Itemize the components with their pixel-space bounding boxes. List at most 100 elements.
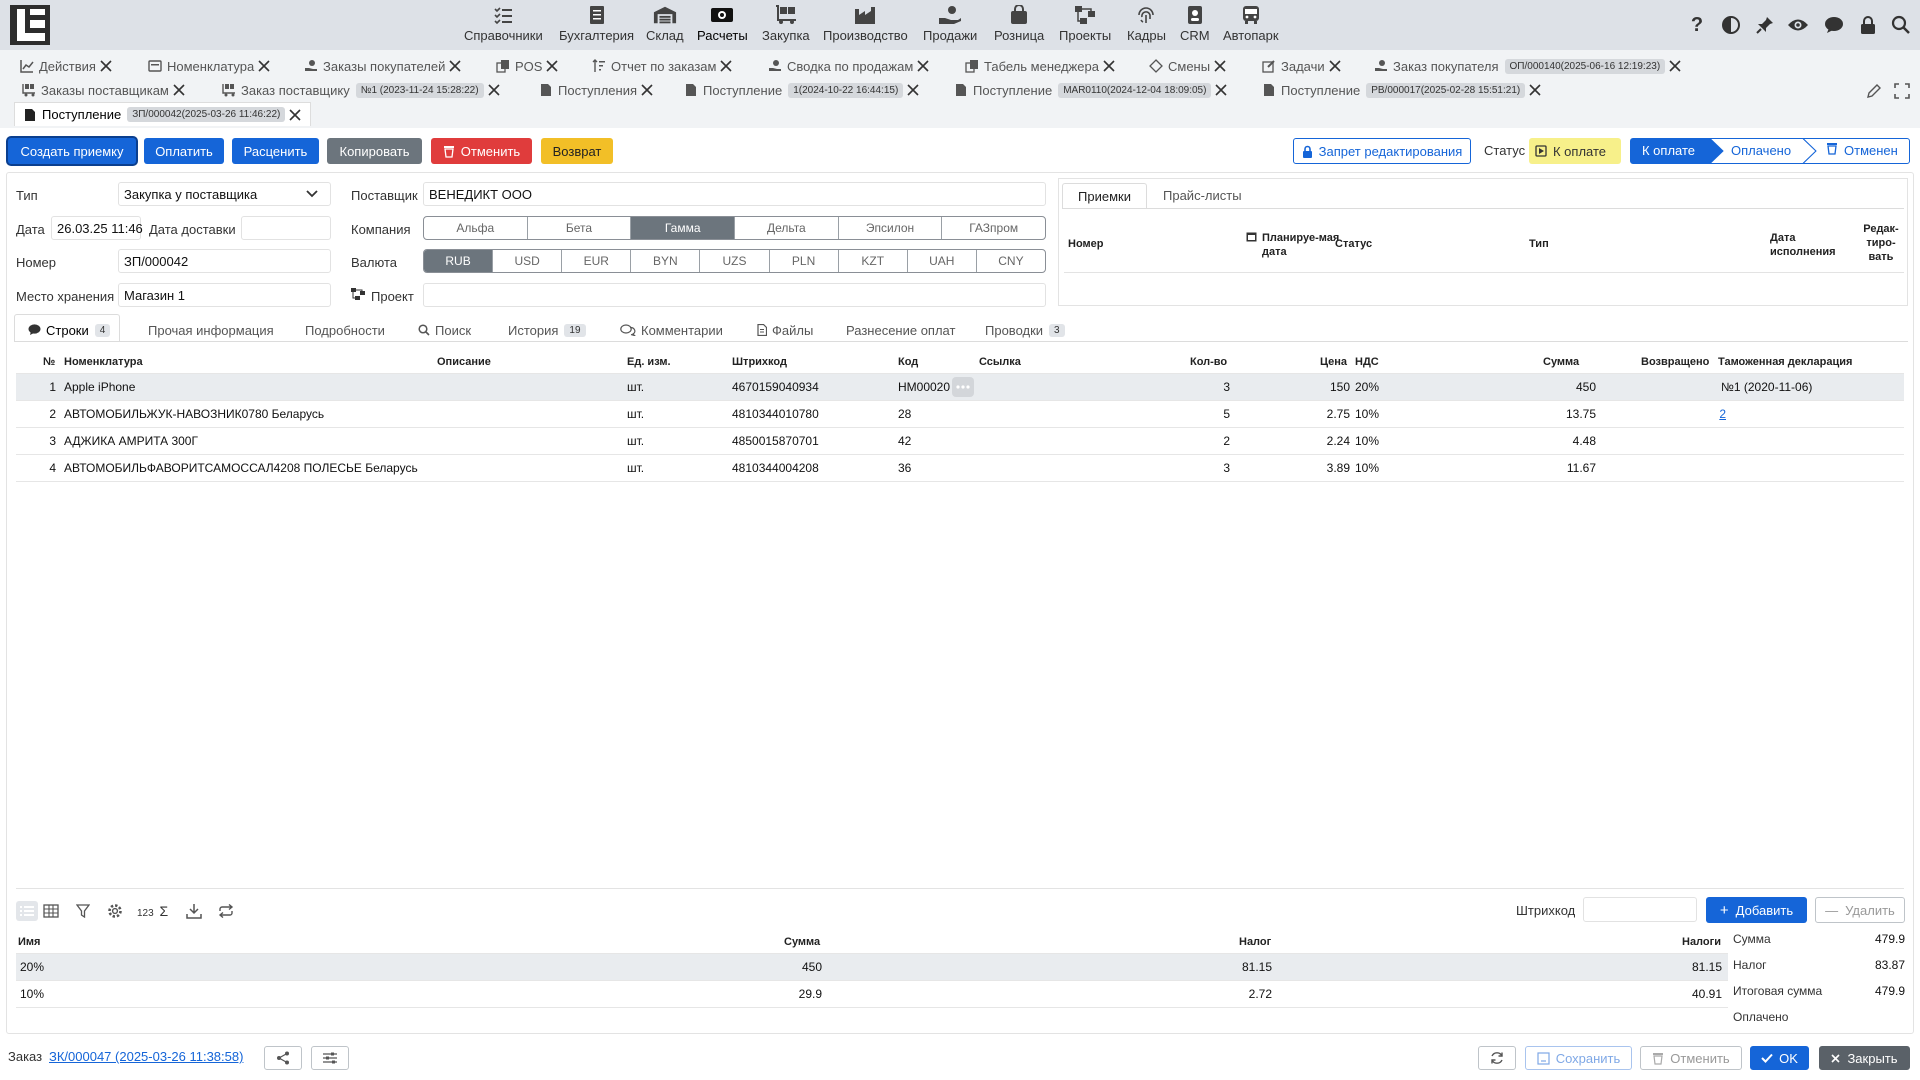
ok-button[interactable]: OK (1750, 1046, 1809, 1070)
nav-sklad[interactable]: Склад (646, 3, 684, 47)
help-icon[interactable]: ? (1684, 12, 1710, 38)
row-returned[interactable]: 2 (1636, 401, 1726, 428)
open-tab-receipt-rv[interactable]: Поступление РВ/000017(2025-02-28 15:51:2… (1262, 79, 1542, 101)
open-tab-actions[interactable]: Действия (20, 55, 113, 77)
app-logo[interactable] (8, 3, 52, 47)
pencil-icon[interactable] (1866, 83, 1882, 99)
nav-buhgalteriya[interactable]: Бухгалтерия (559, 3, 634, 47)
close-icon[interactable] (1668, 59, 1682, 73)
close-icon[interactable] (448, 59, 462, 73)
row-link[interactable] (979, 428, 1129, 455)
currency-option[interactable]: USD (493, 250, 563, 272)
row-link[interactable] (979, 455, 1129, 482)
close-icon[interactable] (288, 108, 302, 122)
tab-price-lists[interactable]: Прайс-листы (1163, 188, 1242, 203)
storage-input[interactable]: Магазин 1 (118, 283, 331, 307)
step-paid[interactable]: Оплачено (1731, 143, 1791, 158)
list-view-icon[interactable] (16, 901, 38, 921)
settings-gear-icon[interactable] (104, 901, 126, 921)
open-tab-active-receipt[interactable]: Поступление ЗП/000042(2025-03-26 11:46:2… (14, 102, 312, 126)
step-to-pay[interactable]: К оплате (1642, 143, 1695, 158)
company-option[interactable]: Альфа (424, 217, 528, 239)
return-button[interactable]: Возврат (541, 138, 613, 164)
nav-avtopark[interactable]: Автопарк (1223, 3, 1279, 47)
nav-roznica[interactable]: Розница (994, 3, 1044, 47)
table-row[interactable]: 3 АДЖИКА АМРИТА 300Г шт. 4850015870701 4… (16, 428, 1904, 455)
table-row[interactable]: 1 Apple iPhone шт. 4670159040934 НМ00020… (16, 374, 1904, 401)
theme-contrast-icon[interactable] (1718, 12, 1744, 38)
subtab-history[interactable]: История 19 (508, 320, 586, 340)
table-row[interactable]: 20% 450 81.15 81.15 (16, 954, 1728, 981)
search-icon[interactable] (1888, 12, 1914, 38)
subtab-postings[interactable]: Проводки 3 (985, 320, 1065, 340)
adjust-button[interactable] (311, 1046, 349, 1070)
nav-proizvodstvo[interactable]: Производство (823, 3, 908, 47)
open-tab-receipts[interactable]: Поступления (539, 79, 654, 101)
barcode-input[interactable] (1583, 897, 1697, 922)
close-icon[interactable] (1213, 59, 1227, 73)
subtab-other-info[interactable]: Прочая информация (148, 320, 274, 340)
subtab-payment-allocation[interactable]: Разнесение оплат (846, 320, 955, 340)
numeric-sum-toggle[interactable]: 123 Σ (137, 903, 168, 919)
subtab-search[interactable]: Поиск (418, 320, 471, 340)
close-icon[interactable] (1328, 59, 1342, 73)
close-icon[interactable] (1214, 83, 1228, 97)
chat-icon[interactable] (1821, 12, 1847, 38)
table-row[interactable]: 4 АВТОМОБИЛЬФАВОРИТСАМОССАЛ4208 ПОЛЕСЬЕ … (16, 455, 1904, 482)
close-icon[interactable] (1528, 83, 1542, 97)
company-option[interactable]: Бета (528, 217, 632, 239)
open-tab-nomenclature[interactable]: Номенклатура (148, 55, 271, 77)
open-tab-receipt-mar0110[interactable]: Поступление MAR0110(2024-12-04 18:09:05) (954, 79, 1228, 101)
nav-prodazhi[interactable]: Продажи (923, 3, 977, 47)
open-tab-supplier-orders[interactable]: Заказы поставщикам (22, 79, 186, 101)
currency-option[interactable]: RUB (424, 250, 494, 272)
open-tab-customer-orders[interactable]: Заказы покупателей (304, 55, 462, 77)
company-option[interactable]: Эпсилон (839, 217, 943, 239)
close-icon[interactable] (906, 83, 920, 97)
open-tab-shifts[interactable]: Смены (1149, 55, 1227, 77)
currency-option[interactable]: PLN (770, 250, 839, 272)
tab-receipts[interactable]: Приемки (1062, 183, 1147, 209)
open-tab-pos[interactable]: POS (496, 55, 559, 77)
eye-icon[interactable] (1785, 12, 1811, 38)
close-icon[interactable] (719, 59, 733, 73)
subtab-files[interactable]: Файлы (757, 320, 813, 340)
subtab-lines[interactable]: Строки 4 (28, 320, 111, 340)
delivery-date-input[interactable] (241, 216, 331, 240)
copy-button[interactable]: Копировать (327, 138, 422, 164)
company-option[interactable]: ГАЗпром (942, 217, 1045, 239)
currency-option[interactable]: KZT (839, 250, 908, 272)
open-tab-manager-timesheet[interactable]: Табель менеджера (965, 55, 1116, 77)
footer-cancel-button[interactable]: Отменить (1640, 1046, 1742, 1070)
date-input[interactable]: 26.03.25 11:46 (51, 216, 143, 240)
nav-raschety[interactable]: Расчеты (697, 3, 748, 47)
close-icon[interactable] (1102, 59, 1116, 73)
grid-view-icon[interactable] (40, 901, 62, 921)
currency-option[interactable]: EUR (562, 250, 632, 272)
close-button[interactable]: Закрыть (1819, 1046, 1910, 1070)
pay-button[interactable]: Оплатить (144, 138, 224, 164)
add-line-button[interactable]: + Добавить (1706, 897, 1807, 923)
pin-icon[interactable] (1752, 12, 1778, 38)
row-returned[interactable] (1636, 455, 1726, 482)
price-button[interactable]: Расценить (232, 138, 319, 164)
share-button[interactable] (264, 1046, 302, 1070)
currency-option[interactable]: BYN (631, 250, 701, 272)
refresh-button[interactable] (1478, 1046, 1516, 1070)
open-tab-customer-order[interactable]: Заказ покупателя ОП/000140(2025-06-16 12… (1374, 55, 1682, 77)
step-cancelled[interactable]: Отменен (1844, 143, 1898, 158)
subtab-comments[interactable]: Комментарии (620, 320, 723, 340)
open-tab-sales-summary[interactable]: Сводка по продажам (768, 55, 930, 77)
fullscreen-icon[interactable] (1894, 83, 1910, 99)
filter-icon[interactable] (72, 901, 94, 921)
table-row[interactable]: 10% 29.9 2.72 40.91 (16, 981, 1728, 1008)
cancel-doc-button[interactable]: Отменить (431, 138, 532, 164)
nav-spravochniki[interactable]: Справочники (464, 3, 543, 47)
nav-zakupka[interactable]: Закупка (762, 3, 810, 47)
supplier-input[interactable]: ВЕНЕДИКТ ООО (423, 182, 1046, 206)
close-icon[interactable] (640, 83, 654, 97)
currency-option[interactable]: UAH (908, 250, 977, 272)
row-link[interactable] (979, 374, 1129, 401)
currency-option[interactable]: CNY (977, 250, 1045, 272)
create-receipt-button[interactable]: Создать приемку (8, 138, 136, 164)
